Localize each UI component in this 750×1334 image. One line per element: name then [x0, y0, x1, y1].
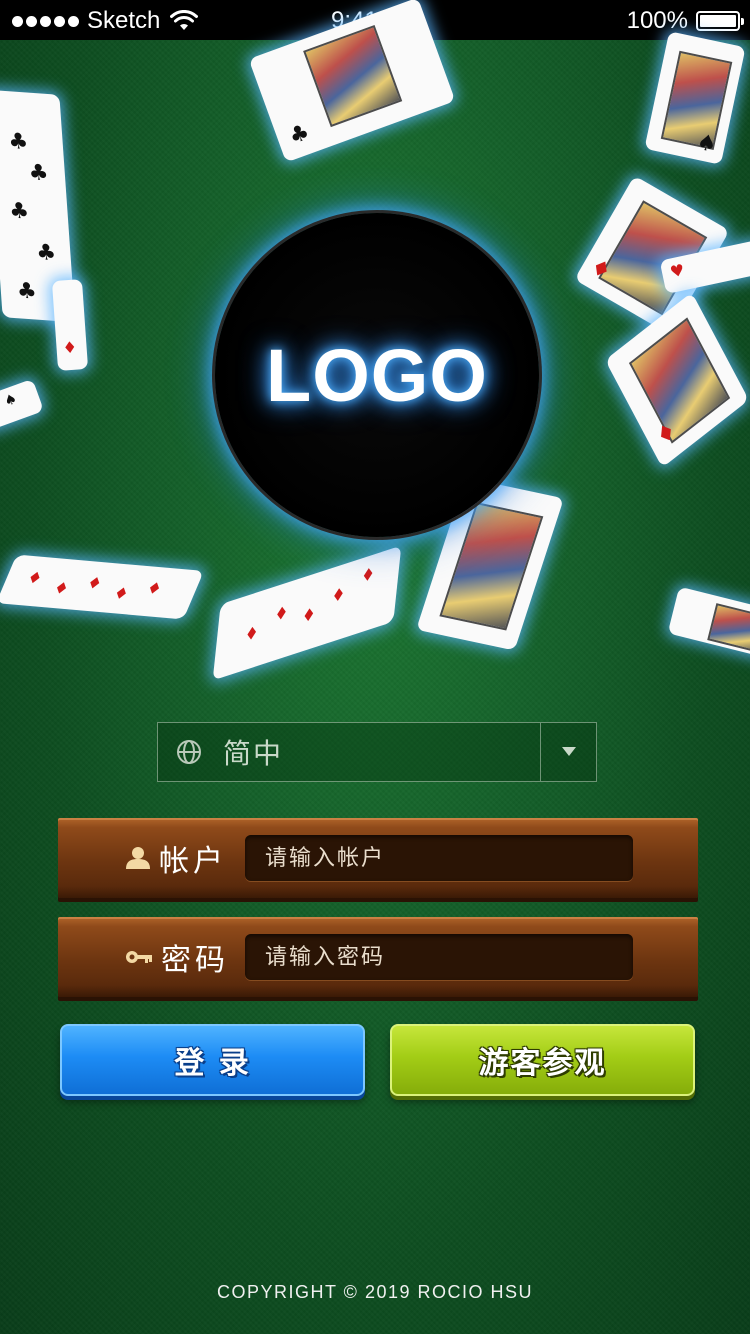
guest-visit-button-label: 游客参观 — [478, 1046, 607, 1081]
account-input[interactable] — [245, 835, 633, 881]
account-label: 帐户 — [159, 844, 227, 879]
password-input[interactable] — [245, 934, 633, 980]
account-label-group: 帐户 — [125, 818, 227, 898]
password-label-group: 密码 — [125, 917, 229, 997]
guest-visit-button[interactable]: 游客参观 — [390, 1024, 695, 1096]
logo-badge: LOGO — [215, 213, 539, 537]
copyright-text: COPYRIGHT © 2019 ROCIO HSU — [217, 1282, 533, 1302]
globe-icon — [177, 740, 201, 764]
playing-card-diamond-edge: ♦ — [51, 279, 89, 371]
password-label: 密码 — [161, 943, 229, 978]
battery-percent: 100% — [626, 7, 688, 34]
playing-card-diamonds-queen: ♦ — [605, 292, 749, 468]
logo-text: LOGO — [266, 333, 488, 417]
login-screen: Sketch 9:41 AM 100% ♣ ♣ ♣ ♣ ♣ ♦ ♠ ♣ ♠ — [0, 0, 750, 1334]
login-button-label: 登 录 — [174, 1046, 251, 1081]
playing-card-diamonds-nine: ♦ ♦ ♦ ♦ ♦ — [0, 554, 204, 620]
playing-card-spades-jack: ♠ — [644, 31, 746, 165]
login-button[interactable]: 登 录 — [60, 1024, 365, 1096]
chevron-down-icon[interactable] — [541, 747, 596, 757]
password-row: 密码 — [58, 917, 698, 997]
playing-card-court-edge — [667, 586, 750, 658]
user-icon — [126, 847, 150, 869]
playing-card-diamonds-eight: ♦ ♦ ♦ ♦ ♦ — [212, 545, 402, 681]
playing-card-spades-small: ♠ — [0, 378, 45, 432]
account-row: 帐户 — [58, 818, 698, 898]
language-select[interactable]: 简中 — [157, 722, 597, 782]
battery-icon — [696, 11, 744, 31]
key-icon — [126, 951, 152, 963]
language-value: 简中 — [223, 737, 284, 770]
status-right: 100% — [626, 7, 744, 35]
